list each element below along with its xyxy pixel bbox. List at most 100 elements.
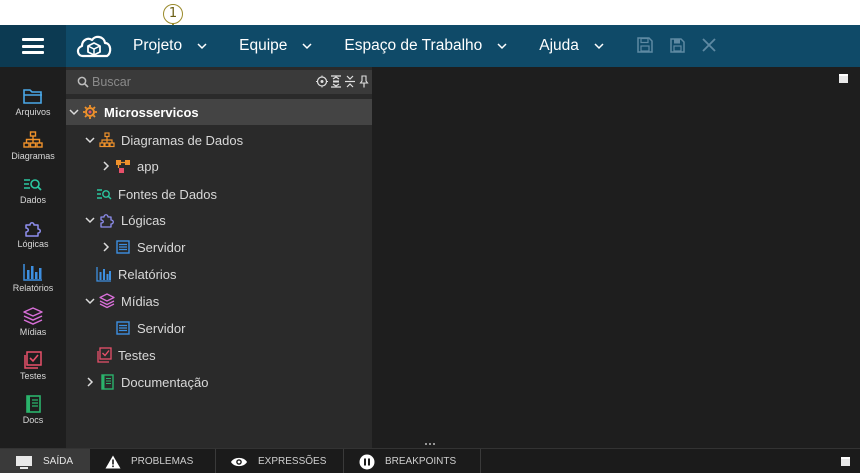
tab-saida-label: SAÍDA [43,456,74,467]
hamburger-button[interactable] [0,25,66,67]
server-icon [116,240,130,254]
chevron-down-icon [594,43,604,50]
activity-docs[interactable]: Docs [0,395,66,425]
tree-item-app[interactable]: app [66,153,372,179]
project-gear-icon [83,105,97,119]
tree-item-diagramas-de-dados[interactable]: Diagramas de Dados [66,127,372,153]
chevron-down-icon [302,43,312,50]
menu-equipe[interactable]: Equipe [226,37,313,55]
tree-item-servidor-midias[interactable]: Servidor [66,315,372,341]
bar-chart-icon [23,264,42,281]
hamburger-icon [22,38,44,54]
tab-breakpoints[interactable]: BREAKPOINTS [344,449,481,473]
activity-testes-label: Testes [19,371,46,381]
activity-relatorios-label: Relatórios [12,283,54,293]
chevron-right-icon [103,161,110,171]
tree-item-label: Servidor [137,239,186,255]
activity-logicas[interactable]: Lógicas [0,219,66,249]
tree-item-relatorios[interactable]: Relatórios [66,261,372,287]
pause-icon [359,454,375,469]
activity-testes[interactable]: Testes [0,351,66,381]
activity-logicas-label: Lógicas [17,239,49,249]
tree-item-label: Mídias [121,293,160,309]
editor-area [372,67,860,448]
save-icon[interactable] [636,36,654,54]
tree-item-servidor-logicas[interactable]: Servidor [66,234,372,260]
layers-icon [23,307,43,325]
chevron-right-icon [87,377,94,387]
tree-item-documentacao[interactable]: Documentação [66,369,372,395]
menu-ajuda-label: Ajuda [539,37,579,54]
bottom-panel-tabs: SAÍDA PROBLEMAS EXPRESSÕES BREAKPOINTS [0,448,860,473]
activity-dados[interactable]: Dados [0,175,66,205]
menu-ajuda[interactable]: Ajuda [526,37,605,55]
activity-diagramas-label: Diagramas [11,151,55,161]
bar-chart-icon [96,267,111,282]
chevron-down-icon [69,109,79,116]
pin-icon[interactable] [358,75,370,88]
close-icon[interactable] [700,36,718,54]
tree-item-label: Relatórios [118,266,177,282]
save-all-icon[interactable] [668,36,686,54]
locate-icon[interactable] [316,75,328,88]
tree-item-label: app [137,158,159,174]
menu-projeto-label: Projeto [133,37,183,54]
warning-icon [105,455,121,468]
tab-expressoes[interactable]: EXPRESSÕES [216,449,344,473]
tree-item-label: Diagramas de Dados [121,132,244,148]
tree-item-testes[interactable]: Testes [66,342,372,368]
monitor-icon [16,455,32,469]
tab-problemas[interactable]: PROBLEMAS [90,449,216,473]
search-input[interactable] [92,70,312,94]
tree-item-label: Fontes de Dados [118,186,218,202]
tab-saida[interactable]: SAÍDA [0,449,90,473]
menu-projeto[interactable]: Projeto [120,37,208,55]
activity-dados-label: Dados [19,195,46,205]
activity-midias[interactable]: Mídias [0,307,66,337]
tree-item-microsservicos[interactable]: Microsservicos [66,99,372,125]
tab-expressoes-label: EXPRESSÕES [258,456,327,467]
callout-number: 1 [163,4,183,24]
main-menu: Projeto Equipe Espaço de Trabalho Ajuda [120,25,623,67]
tree-item-label: Testes [118,347,156,363]
tree-item-logicas[interactable]: Lógicas [66,207,372,233]
app-window: 1 Projeto Equipe Espaço de Trabalho Ajud… [0,0,860,473]
tree-item-label: Servidor [137,320,186,336]
activity-diagramas[interactable]: Diagramas [0,131,66,161]
test-check-icon [24,351,42,369]
puzzle-icon [100,214,114,228]
horizontal-splitter-handle[interactable] [424,442,436,446]
tree-item-label: Microsservicos [104,104,199,120]
menu-equipe-label: Equipe [239,37,288,54]
data-model-icon [116,160,130,173]
collapse-all-icon[interactable] [344,75,356,88]
maximize-panel-icon[interactable] [841,457,850,466]
search-tools [316,75,370,88]
chevron-down-icon [497,43,507,50]
chevron-down-icon [85,217,95,224]
menu-espaco-de-trabalho[interactable]: Espaço de Trabalho [331,37,508,55]
diagram-icon [23,131,43,148]
explorer-panel: Microsservicos Diagramas de Dados app Fo… [66,67,372,448]
tree-item-fontes-de-dados[interactable]: Fontes de Dados [66,181,372,207]
server-icon [116,321,130,335]
chevron-right-icon [103,242,110,252]
chevron-down-icon [85,298,95,305]
layers-icon [99,293,115,309]
top-menu-bar: Projeto Equipe Espaço de Trabalho Ajuda [0,25,860,67]
search-icon [77,76,89,88]
activity-midias-label: Mídias [19,327,47,337]
maximize-icon[interactable] [839,74,848,83]
diagram-icon [99,132,115,148]
puzzle-icon [25,222,41,237]
tab-problemas-label: PROBLEMAS [131,456,194,467]
book-icon [101,374,114,390]
expand-all-icon[interactable] [330,75,342,88]
activity-arquivos[interactable]: Arquivos [0,87,66,117]
activity-docs-label: Docs [22,415,44,425]
tree-item-midias[interactable]: Mídias [66,288,372,314]
cloud-logo-icon [76,35,112,58]
activity-relatorios[interactable]: Relatórios [0,263,66,293]
tree-item-label: Lógicas [121,212,166,228]
chevron-down-icon [197,43,207,50]
